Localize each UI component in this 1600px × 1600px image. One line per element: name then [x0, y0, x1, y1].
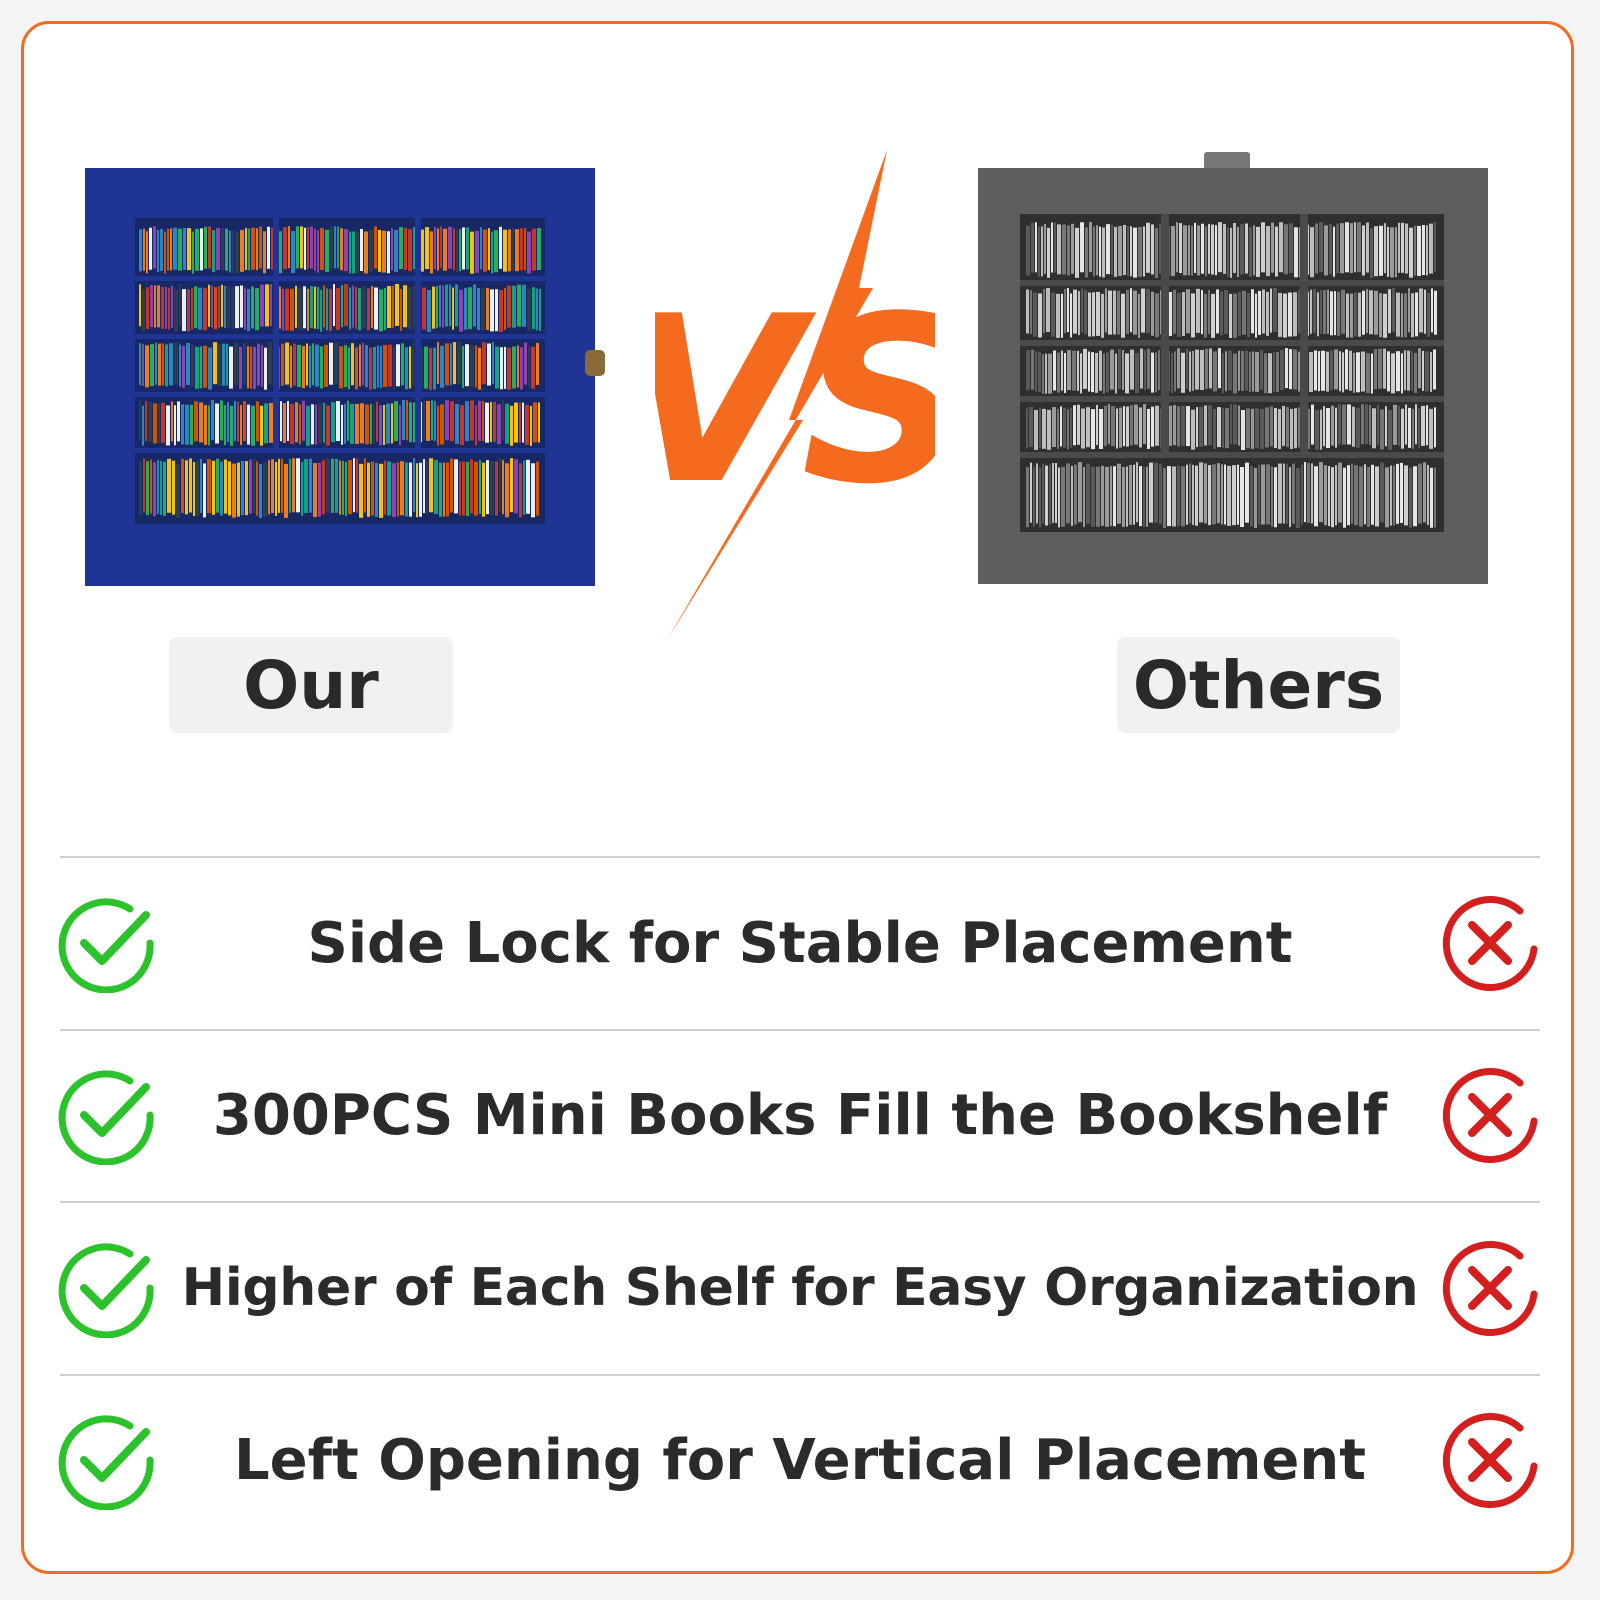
- cross-icon: [1442, 1241, 1538, 1336]
- check-icon: [58, 1070, 154, 1165]
- check-icon: [58, 1415, 154, 1510]
- divider: [60, 1029, 1540, 1031]
- feature-row: 300PCS Mini Books Fill the Bookshelf: [0, 1040, 1600, 1190]
- others-bookshelf-image: [978, 152, 1498, 584]
- our-label: Our: [169, 637, 453, 733]
- cross-icon: [1442, 1068, 1538, 1163]
- feature-row: Higher of Each Shelf for Easy Organizati…: [0, 1213, 1600, 1363]
- others-label-text: Others: [1132, 646, 1385, 724]
- check-icon: [58, 1243, 154, 1338]
- cross-icon: [1442, 1413, 1538, 1508]
- feature-text: Higher of Each Shelf for Easy Organizati…: [181, 1258, 1419, 1318]
- vs-text: VS: [655, 268, 935, 535]
- feature-text: Left Opening for Vertical Placement: [233, 1427, 1367, 1493]
- feature-row: Side Lock for Stable Placement: [0, 868, 1600, 1018]
- check-icon: [58, 898, 154, 993]
- others-label: Others: [1117, 637, 1400, 733]
- divider: [60, 1201, 1540, 1203]
- vs-graphic: VS: [623, 150, 967, 654]
- feature-row: Left Opening for Vertical Placement: [0, 1385, 1600, 1535]
- divider: [60, 856, 1540, 858]
- divider: [60, 1374, 1540, 1376]
- cross-icon: [1442, 896, 1538, 991]
- our-bookshelf-image: [85, 168, 615, 586]
- feature-text: Side Lock for Stable Placement: [307, 910, 1293, 976]
- our-label-text: Our: [243, 646, 379, 724]
- feature-text: 300PCS Mini Books Fill the Bookshelf: [212, 1082, 1388, 1148]
